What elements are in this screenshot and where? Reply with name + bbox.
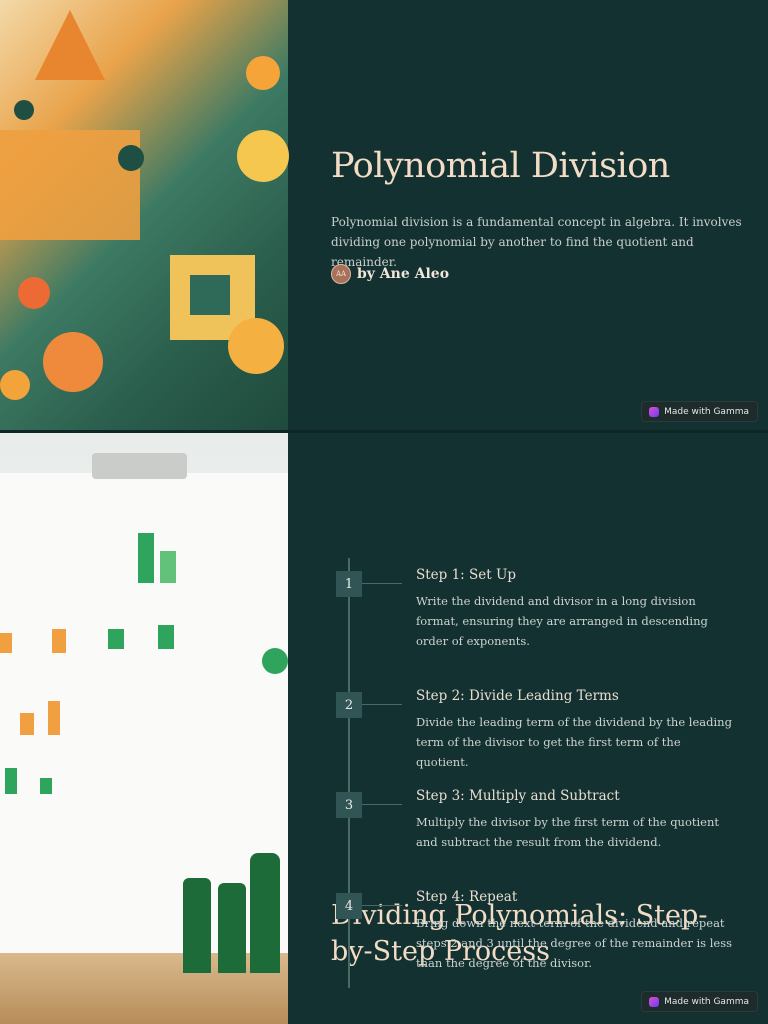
whiteboard-charts-photo bbox=[0, 433, 288, 1024]
geometric-illustration bbox=[0, 0, 289, 430]
slide-title: Polynomial Division bbox=[331, 146, 670, 186]
connector bbox=[362, 804, 402, 805]
slide-description: Polynomial division is a fundamental con… bbox=[331, 215, 742, 269]
title-slide: Polynomial Division Polynomial division … bbox=[0, 0, 768, 430]
timeline-line bbox=[348, 558, 350, 988]
step-number: 4 bbox=[336, 893, 362, 919]
made-with-gamma-badge[interactable]: Made with Gamma bbox=[641, 401, 758, 422]
step-description: Multiply the divisor by the first term o… bbox=[416, 815, 720, 849]
badge-label: Made with Gamma bbox=[664, 407, 749, 417]
step-number: 3 bbox=[336, 792, 362, 818]
step-title: Step 3: Multiply and Subtract bbox=[416, 788, 620, 804]
step-title: Step 4: Repeat bbox=[416, 889, 518, 905]
step-number: 2 bbox=[336, 692, 362, 718]
gamma-logo-icon bbox=[649, 407, 660, 417]
step-title: Step 2: Divide Leading Terms bbox=[416, 688, 619, 704]
connector bbox=[362, 704, 402, 705]
badge-label: Made with Gamma bbox=[664, 997, 749, 1007]
connector bbox=[362, 583, 402, 584]
step-description: Divide the leading term of the dividend … bbox=[416, 715, 732, 769]
author: AA by Ane Aleo bbox=[331, 264, 449, 284]
gamma-logo-icon bbox=[649, 997, 660, 1007]
connector bbox=[362, 905, 402, 906]
step-title: Step 1: Set Up bbox=[416, 567, 516, 583]
step-number: 1 bbox=[336, 571, 362, 597]
made-with-gamma-badge[interactable]: Made with Gamma bbox=[641, 991, 758, 1012]
avatar: AA bbox=[331, 264, 351, 284]
step-description: Bring down the next term of the dividend… bbox=[416, 916, 733, 970]
author-name: by Ane Aleo bbox=[357, 266, 450, 282]
step-description: Write the dividend and divisor in a long… bbox=[416, 594, 708, 648]
